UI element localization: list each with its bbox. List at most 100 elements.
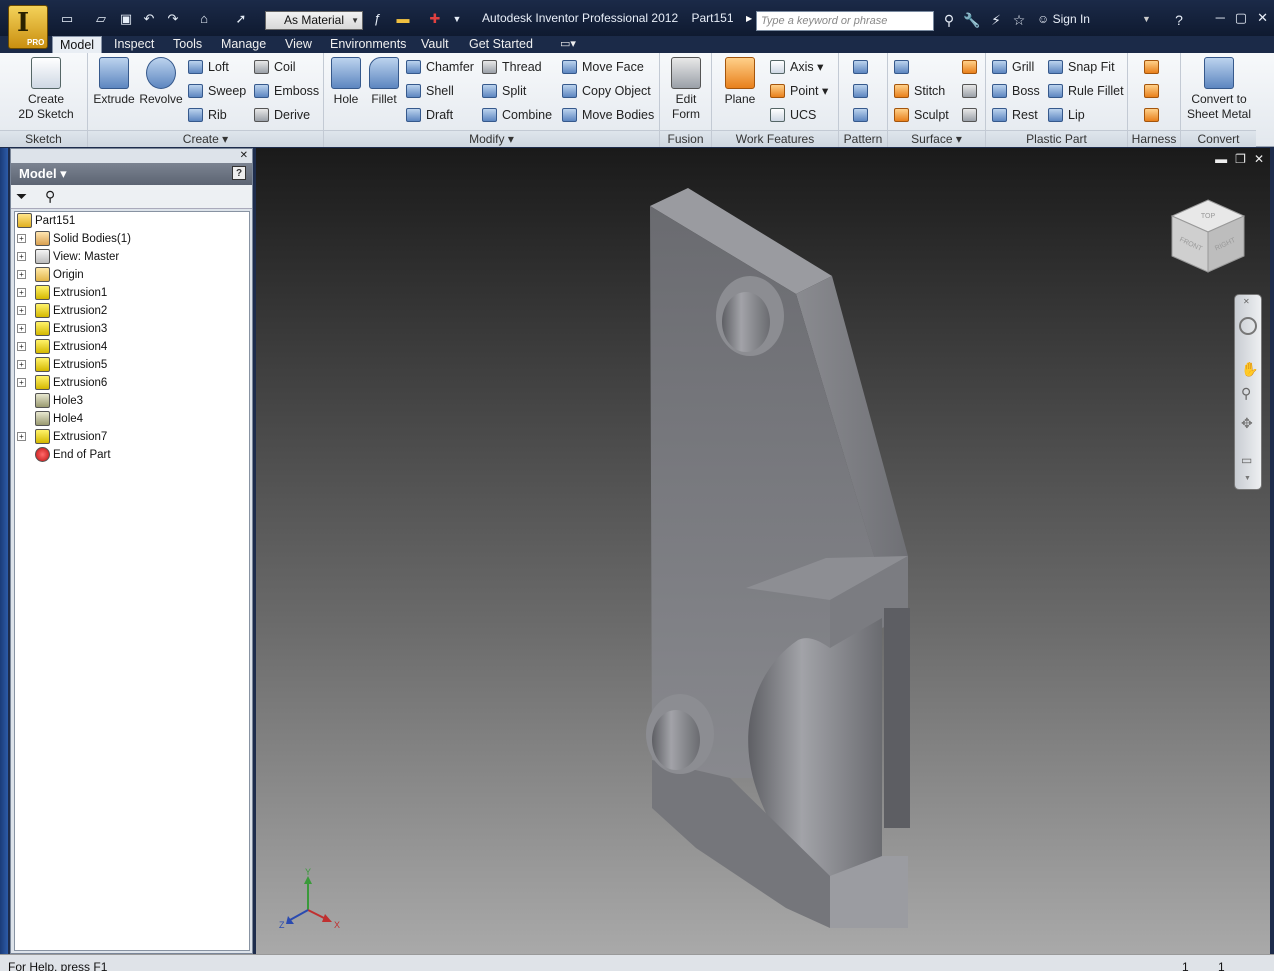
harness-place-button[interactable] [1144, 81, 1164, 101]
boss-button[interactable]: Boss [992, 81, 1040, 101]
viewcube[interactable]: TOP FRONT RIGHT [1168, 196, 1248, 276]
split-button[interactable]: Split [482, 81, 526, 101]
application-menu-button[interactable]: I PRO [8, 5, 48, 49]
graphics-viewport[interactable]: ▬ ❐ ✕ TOP FRONT R [256, 148, 1270, 954]
navbar-close-icon[interactable]: ✕ [1243, 297, 1250, 306]
expand-toggle-icon[interactable]: + [17, 360, 26, 369]
save-icon[interactable]: ▣ [117, 10, 135, 28]
loft-button[interactable]: Loft [188, 57, 229, 77]
derive-button[interactable]: Derive [254, 105, 310, 125]
undo-icon[interactable]: ↶ [140, 10, 158, 28]
tab-tools[interactable]: Tools [166, 36, 209, 53]
sculpt-button[interactable]: Sculpt [894, 105, 949, 125]
shell-button[interactable]: Shell [406, 81, 454, 101]
orbit-icon[interactable]: ✥ [1241, 415, 1253, 432]
material-dropdown[interactable]: As Material [265, 11, 363, 30]
thicken-button[interactable] [894, 57, 914, 77]
sweep-button[interactable]: Sweep [188, 81, 246, 101]
rest-button[interactable]: Rest [992, 105, 1038, 125]
move-face-button[interactable]: Move Face [562, 57, 644, 77]
move-bodies-button[interactable]: Move Bodies [562, 105, 654, 125]
communication-center-icon[interactable]: ⚡ [987, 11, 1005, 29]
combine-button[interactable]: Combine [482, 105, 552, 125]
surface-group-label[interactable]: Surface ▾ [888, 130, 985, 147]
customize-qat-icon[interactable]: ▼ [448, 10, 466, 28]
minimize-icon[interactable]: ─ [1216, 10, 1225, 26]
expand-toggle-icon[interactable]: + [17, 288, 26, 297]
extrude-button[interactable]: Extrude [92, 57, 136, 107]
rib-button[interactable]: Rib [188, 105, 227, 125]
tab-vault[interactable]: Vault [414, 36, 456, 53]
appearance-icon[interactable]: ▬ [394, 10, 412, 28]
tab-manage[interactable]: Manage [214, 36, 273, 53]
tab-inspect[interactable]: Inspect [107, 36, 161, 53]
lip-button[interactable]: Lip [1048, 105, 1085, 125]
mirror-button[interactable] [853, 105, 873, 125]
hole-button[interactable]: Hole [328, 57, 364, 107]
draft-button[interactable]: Draft [406, 105, 453, 125]
search-expand-icon[interactable]: ▶ [746, 14, 752, 23]
create-group-label[interactable]: Create ▾ [88, 130, 323, 147]
snap-fit-button[interactable]: Snap Fit [1048, 57, 1115, 77]
circular-pattern-button[interactable] [853, 81, 873, 101]
pan-icon[interactable]: ✋ [1241, 361, 1258, 378]
return-icon[interactable]: ⌂ [195, 10, 213, 28]
binoculars-icon[interactable]: ⚲ [940, 11, 958, 29]
thread-button[interactable]: Thread [482, 57, 542, 77]
select-icon[interactable]: ➚ [232, 10, 250, 28]
tab-view[interactable]: View [278, 36, 319, 53]
navbar-customize-icon[interactable]: ▼ [1244, 475, 1251, 482]
expand-toggle-icon[interactable]: + [17, 378, 26, 387]
redo-icon[interactable]: ↷ [164, 10, 182, 28]
axis-button[interactable]: Axis ▾ [770, 57, 823, 77]
plane-button[interactable]: Plane [720, 57, 760, 107]
expand-toggle-icon[interactable]: + [17, 306, 26, 315]
harness-property-button[interactable] [1144, 57, 1164, 77]
fillet-button[interactable]: Fillet [366, 57, 402, 107]
convert-to-sheet-metal-button[interactable]: Convert to Sheet Metal [1183, 57, 1255, 122]
browser-help-icon[interactable]: ? [232, 166, 246, 180]
tab-environments[interactable]: Environments [323, 36, 413, 53]
filter-icon[interactable]: ⏷ [16, 188, 27, 205]
browser-close-icon[interactable]: ✕ [240, 150, 248, 161]
expand-toggle-icon[interactable]: + [17, 234, 26, 243]
expand-toggle-icon[interactable]: + [17, 252, 26, 261]
restore-icon[interactable]: ▢ [1235, 10, 1247, 26]
expand-toggle-icon[interactable]: + [17, 432, 26, 441]
modify-group-label[interactable]: Modify ▾ [324, 130, 659, 147]
create-2d-sketch-button[interactable]: Create 2D Sketch [16, 57, 76, 122]
signin-dropdown-icon[interactable]: ▼ [1142, 14, 1151, 24]
chamfer-button[interactable]: Chamfer [406, 57, 474, 77]
grill-button[interactable]: Grill [992, 57, 1034, 77]
expand-toggle-icon[interactable]: + [17, 270, 26, 279]
expand-toggle-icon[interactable]: + [17, 324, 26, 333]
browser-header[interactable]: Model ▾ ? [11, 163, 252, 185]
subscription-icon[interactable]: 🔧 [963, 11, 981, 29]
expand-toggle-icon[interactable]: + [17, 342, 26, 351]
new-file-icon[interactable]: ▭ [58, 10, 76, 28]
find-binoculars-icon[interactable]: ⚲ [45, 188, 55, 205]
steering-wheel-icon[interactable] [1239, 317, 1257, 335]
edit-form-button[interactable]: Edit Form [666, 57, 706, 122]
search-input[interactable]: Type a keyword or phrase [756, 11, 934, 31]
help-icon[interactable]: ? [1170, 11, 1188, 29]
tab-get-started[interactable]: Get Started [462, 36, 540, 53]
stitch-button[interactable]: Stitch [894, 81, 945, 101]
copy-object-button[interactable]: Copy Object [562, 81, 651, 101]
harness-lib-button[interactable] [1144, 105, 1164, 125]
rule-fillet-button[interactable]: Rule Fillet [1048, 81, 1124, 101]
boundary-patch-button[interactable] [962, 57, 982, 77]
favorites-star-icon[interactable]: ☆ [1010, 11, 1028, 29]
part-model[interactable] [256, 148, 1270, 954]
revolve-button[interactable]: Revolve [138, 57, 184, 107]
ucs-button[interactable]: UCS [770, 105, 816, 125]
look-at-icon[interactable]: ▭ [1241, 453, 1252, 467]
ribbon-minimize-icon[interactable]: ▭▾ [560, 37, 576, 50]
parameters-fx-icon[interactable]: ƒ [368, 10, 386, 28]
point-button[interactable]: Point ▾ [770, 81, 828, 101]
tab-model[interactable]: Model [52, 36, 102, 53]
sign-in-button[interactable]: ☺ Sign In [1037, 12, 1090, 26]
close-icon[interactable]: ✕ [1257, 10, 1268, 26]
zoom-icon[interactable]: ⚲ [1241, 385, 1251, 402]
coil-button[interactable]: Coil [254, 57, 296, 77]
